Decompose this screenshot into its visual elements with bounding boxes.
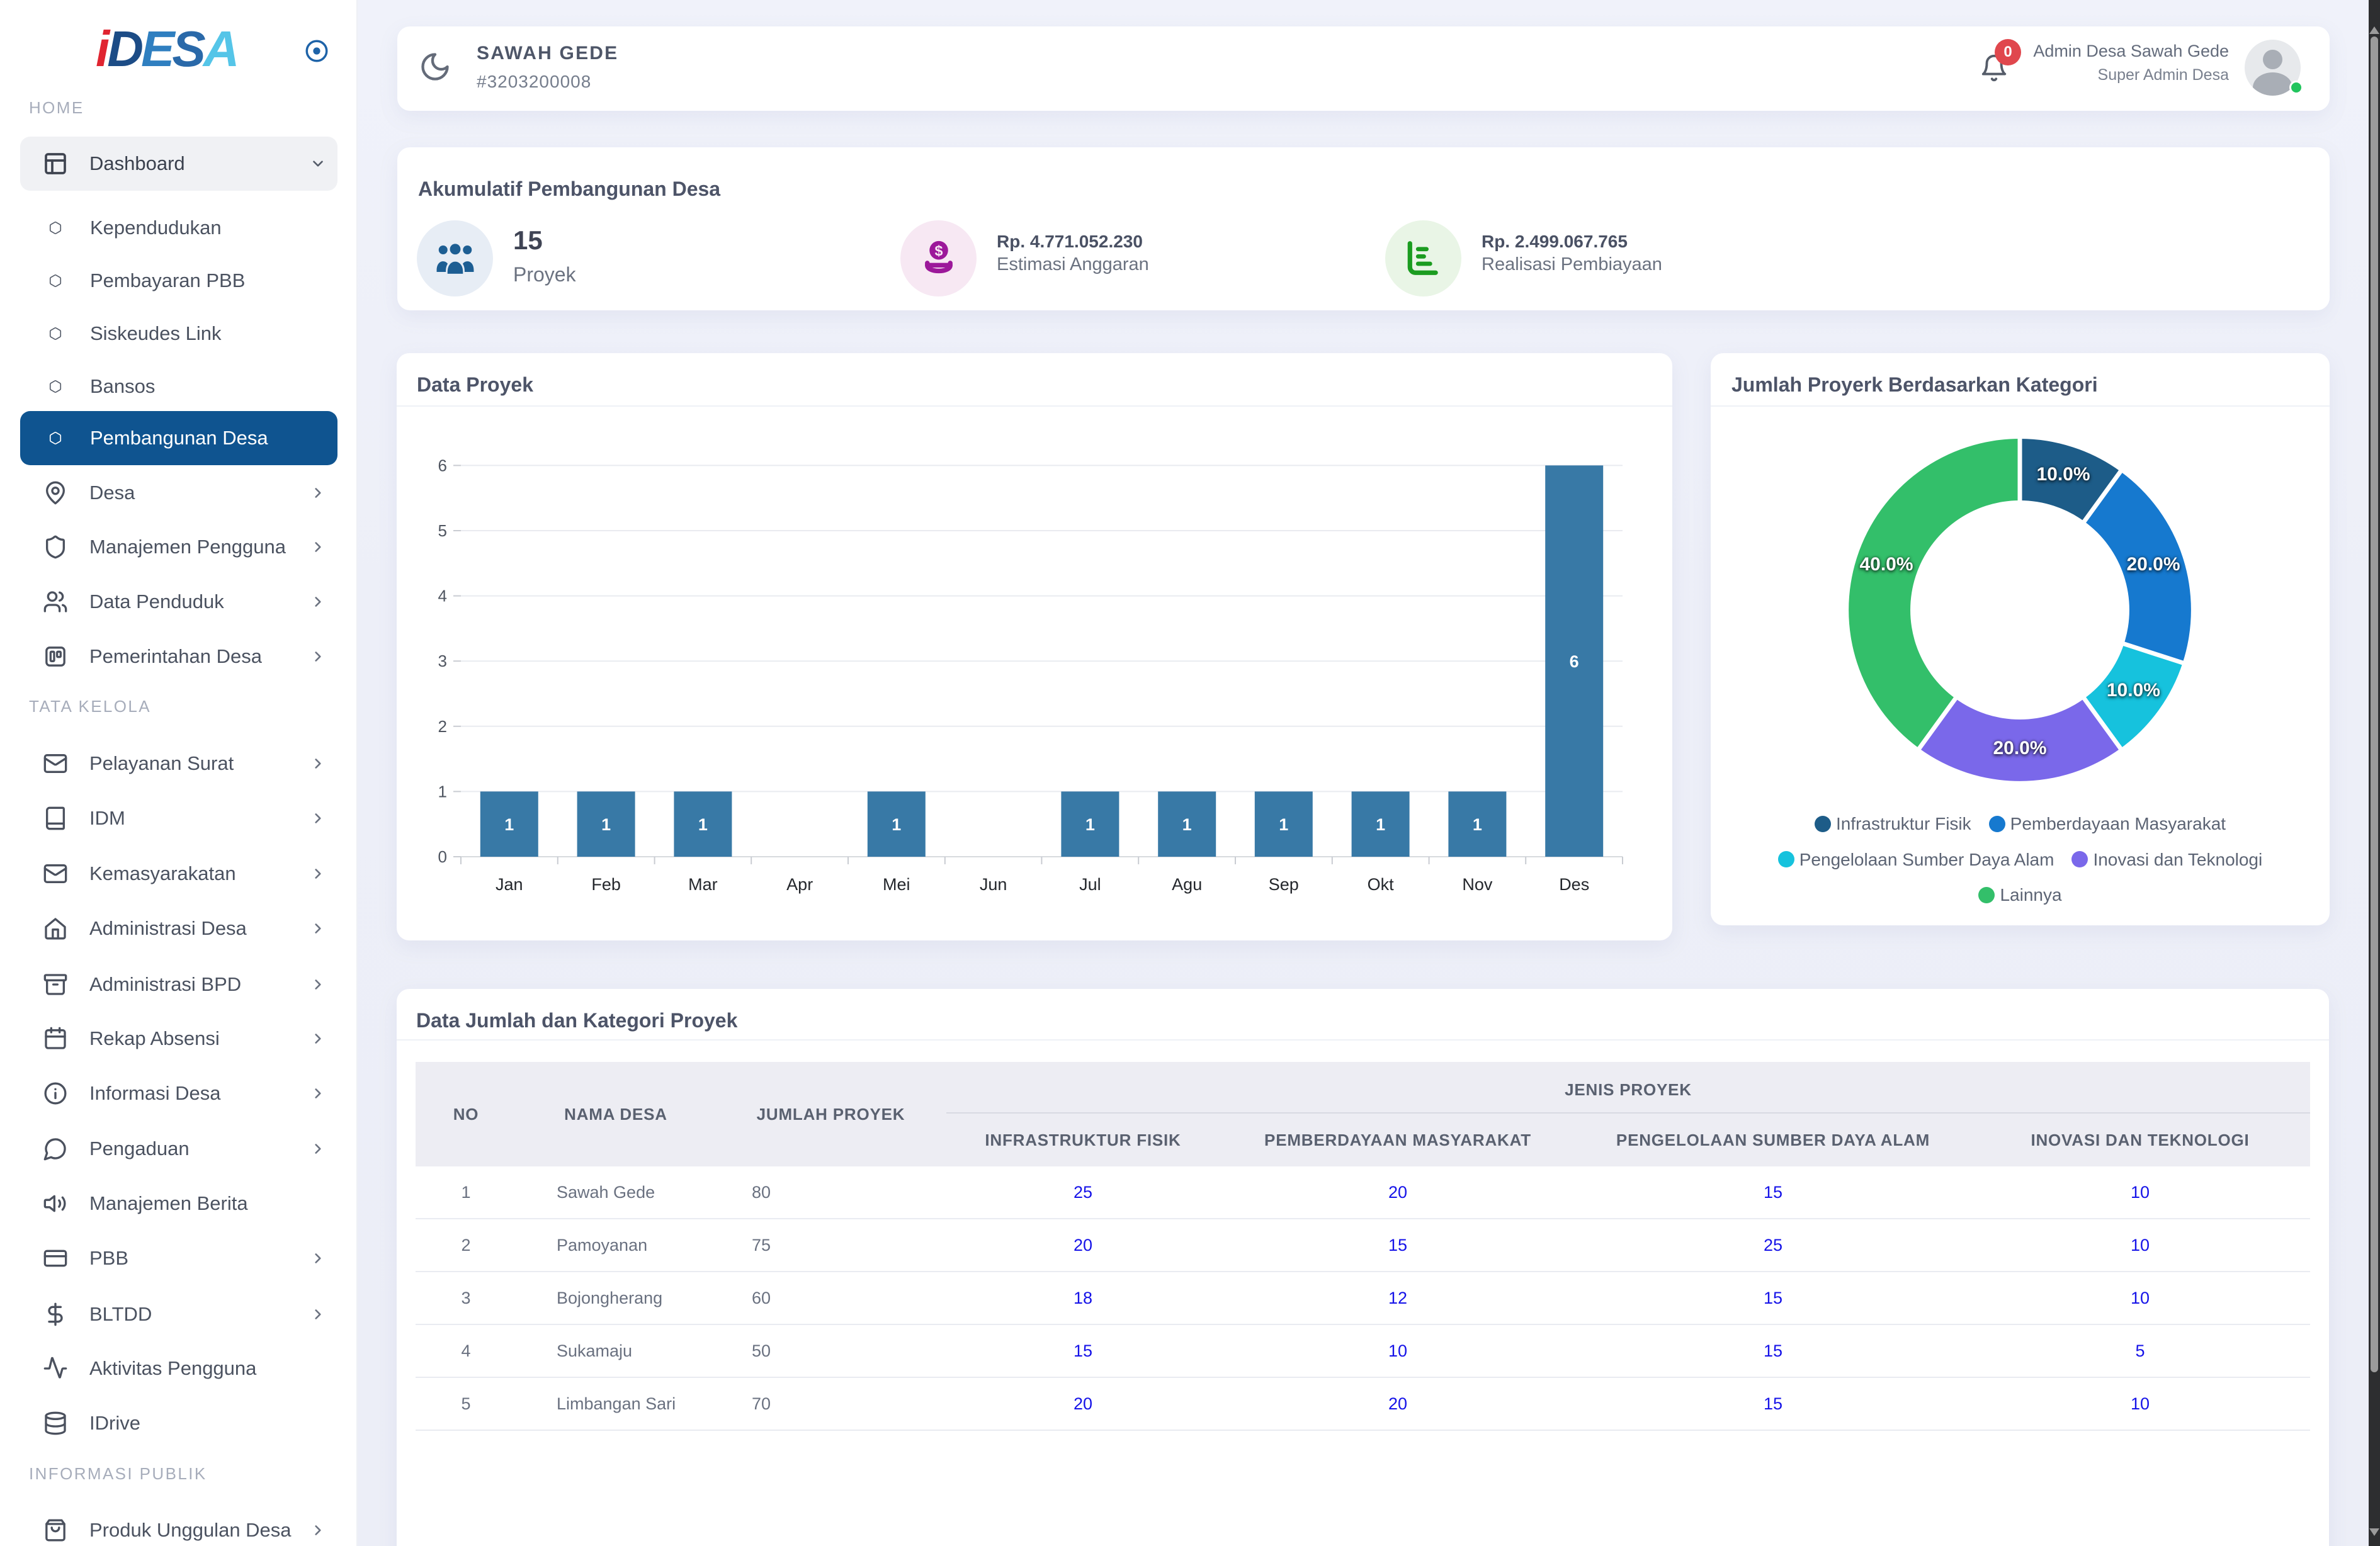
svg-text:Feb: Feb (591, 875, 621, 894)
svg-text:Agu: Agu (1172, 875, 1202, 894)
svg-text:Jul: Jul (1079, 875, 1101, 894)
svg-text:1: 1 (1085, 815, 1095, 834)
svg-text:Jun: Jun (980, 875, 1007, 894)
svg-text:1: 1 (892, 815, 901, 834)
svg-text:3: 3 (438, 652, 447, 670)
svg-text:Sep: Sep (1269, 875, 1299, 894)
svg-text:1: 1 (698, 815, 708, 834)
svg-text:1: 1 (1473, 815, 1482, 834)
svg-text:Mar: Mar (688, 875, 718, 894)
svg-text:6: 6 (438, 456, 447, 475)
svg-text:Mei: Mei (883, 875, 910, 894)
svg-text:0: 0 (438, 847, 447, 866)
svg-text:4: 4 (438, 587, 447, 606)
svg-text:Jan: Jan (496, 875, 523, 894)
svg-text:1: 1 (1376, 815, 1385, 834)
svg-text:2: 2 (438, 717, 447, 736)
svg-text:6: 6 (1570, 652, 1579, 671)
svg-text:1: 1 (504, 815, 514, 834)
svg-text:1: 1 (1279, 815, 1288, 834)
svg-text:1: 1 (1182, 815, 1192, 834)
svg-text:5: 5 (438, 521, 447, 540)
svg-text:$: $ (934, 243, 943, 259)
svg-text:1: 1 (601, 815, 611, 834)
svg-text:Nov: Nov (1462, 875, 1493, 894)
svg-text:1: 1 (438, 782, 447, 801)
svg-text:Apr: Apr (786, 875, 813, 894)
svg-text:Des: Des (1559, 875, 1589, 894)
svg-text:Okt: Okt (1368, 875, 1395, 894)
